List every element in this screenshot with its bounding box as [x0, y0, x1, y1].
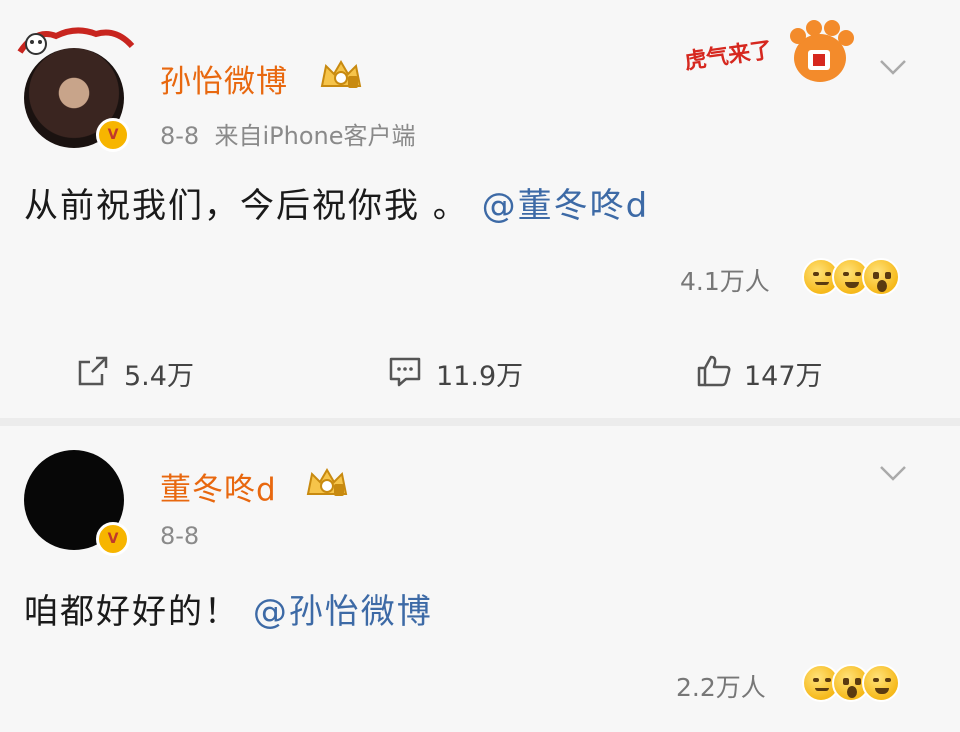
post-text: 咱都好好的！ @孙怡微博	[24, 584, 433, 633]
weibo-post-1: V 孙怡微博 8-8 来自iPhone客户端 虎气来了 从前祝我们，今后祝你我 …	[0, 0, 960, 422]
tiger-badge-icon: 虎气来了	[683, 20, 854, 82]
post-date: 8-8	[160, 522, 200, 550]
emoji-icon	[862, 258, 900, 296]
crown-icon	[320, 60, 362, 88]
comment-icon	[389, 357, 421, 387]
verified-icon: V	[96, 522, 130, 556]
like-count: 147万	[744, 361, 823, 392]
comment-count: 11.9万	[436, 361, 524, 392]
crown-icon	[306, 468, 348, 496]
post-source[interactable]: 来自iPhone客户端	[214, 122, 415, 150]
mention-link[interactable]: @董冬咚d	[482, 186, 650, 226]
reaction-count: 4.1万人	[680, 267, 770, 296]
author-name[interactable]: 孙怡微博	[160, 56, 288, 101]
like-icon	[697, 355, 731, 387]
author-name[interactable]: 董冬咚d	[160, 464, 277, 509]
share-count: 5.4万	[124, 361, 194, 392]
chevron-down-icon[interactable]	[878, 464, 908, 482]
post-text: 从前祝我们，今后祝你我 。 @董冬咚d	[24, 178, 649, 227]
post-meta: 8-8 来自iPhone客户端	[160, 116, 415, 151]
emoji-icon	[862, 664, 900, 702]
weibo-post-2: V 董冬咚d 8-8 咱都好好的！ @孙怡微博 2.2万人	[0, 422, 960, 732]
post-body: 从前祝我们，今后祝你我 。	[24, 186, 469, 226]
verified-icon: V	[96, 118, 130, 152]
post-date: 8-8	[160, 122, 200, 150]
share-icon	[78, 356, 108, 386]
reaction-count: 2.2万人	[676, 673, 766, 702]
mention-link[interactable]: @孙怡微博	[253, 592, 433, 632]
svg-text:虎气来了: 虎气来了	[683, 37, 774, 75]
chevron-down-icon[interactable]	[878, 58, 908, 76]
avatar-frame-decoration	[17, 27, 135, 55]
post-body: 咱都好好的！	[24, 592, 240, 632]
